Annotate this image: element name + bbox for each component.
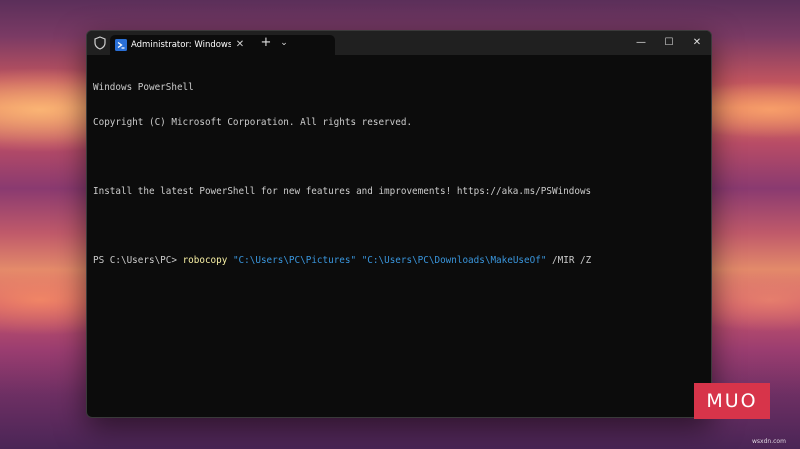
powershell-icon <box>115 39 127 51</box>
new-tab-button[interactable]: + <box>259 36 273 50</box>
watermark: wsxdn.com <box>752 438 786 445</box>
shield-icon <box>94 36 106 50</box>
tab-title: Administrator: Windows Powershell <box>131 40 231 50</box>
source-path: "C:\Users\PC\Pictures" <box>232 254 357 266</box>
prompt: PS C:\Users\PC> <box>93 254 183 266</box>
tab-close-icon[interactable]: ✕ <box>234 39 246 51</box>
tab-powershell[interactable]: Administrator: Windows Powershell ✕ <box>110 35 335 55</box>
console-line: Windows PowerShell <box>93 82 194 93</box>
command-name: robocopy <box>182 254 228 266</box>
console-line: Install the latest PowerShell for new fe… <box>93 185 592 197</box>
muo-logo: MUO <box>694 383 770 419</box>
console-line: Copyright (C) Microsoft Corporation. All… <box>93 116 413 128</box>
terminal-window: Administrator: Windows Powershell ✕ + ⌄ … <box>86 30 712 418</box>
command-flags: /MIR /Z <box>552 254 592 266</box>
command-line[interactable]: PS C:\Users\PC> robocopy "C:\Users\PC\Pi… <box>93 255 705 267</box>
title-bar[interactable]: Administrator: Windows Powershell ✕ + ⌄ … <box>87 31 711 55</box>
maximize-button[interactable]: ☐ <box>659 35 679 51</box>
minimize-button[interactable]: — <box>631 35 651 51</box>
close-button[interactable]: ✕ <box>687 35 707 51</box>
console-output[interactable]: Windows PowerShell Copyright (C) Microso… <box>93 59 705 417</box>
chevron-down-icon[interactable]: ⌄ <box>277 36 291 50</box>
destination-path: "C:\Users\PC\Downloads\MakeUseOf" <box>361 254 547 266</box>
